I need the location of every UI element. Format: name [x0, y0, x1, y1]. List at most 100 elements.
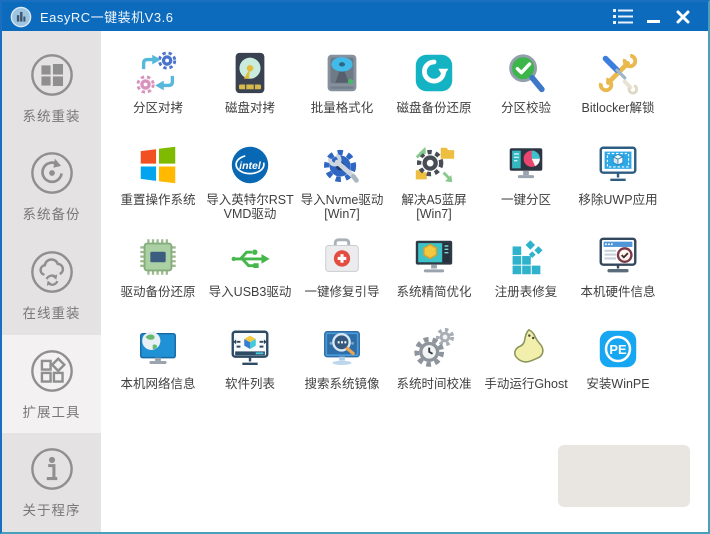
tool-label: 一键分区: [500, 193, 551, 207]
tool-label: Bitlocker解锁: [581, 101, 655, 115]
tool-label: 导入Nvme驱动: [300, 193, 384, 207]
monitor-check-icon: [595, 234, 641, 280]
tool-label: 分区校验: [500, 101, 551, 115]
registry-blocks-icon: [503, 234, 549, 280]
watermark-box: [558, 445, 690, 507]
tool-label: 安装WinPE: [586, 377, 650, 391]
tool-network-info[interactable]: 本机网络信息: [112, 320, 204, 412]
tool-label: 批量格式化: [310, 101, 374, 115]
tool-label: 解决A5蓝屏: [401, 193, 467, 207]
tool-label: 一键修复引导: [304, 285, 380, 299]
intel-wordmark: intel: [239, 160, 262, 172]
windows-color-icon: [135, 142, 181, 188]
info-icon: [29, 446, 75, 492]
tool-disk-backup-restore[interactable]: 磁盘备份还原: [388, 44, 480, 136]
tool-intel-rst-vmd[interactable]: intel 导入英特尔RST VMD驱动: [204, 136, 296, 228]
tool-label: 分区对拷: [132, 101, 183, 115]
main-panel: 分区对拷 磁盘对拷 批量格式化 磁盘备份还原 分区校验 Bitlocker解锁 …: [101, 31, 708, 532]
tool-label: 导入英特尔RST: [206, 193, 294, 207]
tool-label: 重置操作系统: [120, 193, 196, 207]
sidebar-item-label: 关于程序: [22, 503, 81, 519]
monitor-cube-icon: [227, 326, 273, 372]
winpe-badge-icon: PE: [595, 326, 641, 372]
first-aid-kit-icon: [319, 234, 365, 280]
title-bar: EasyRC一键装机V3.6: [2, 2, 708, 31]
tool-label: 移除UWP应用: [578, 193, 658, 207]
tool-search-system-image[interactable]: 搜索系统镜像: [296, 320, 388, 412]
sidebar-item-system-reinstall[interactable]: 系统重装: [2, 39, 101, 138]
restore-arrow-icon: [29, 150, 75, 196]
tool-reset-os[interactable]: 重置操作系统: [112, 136, 204, 228]
tool-import-usb3[interactable]: 导入USB3驱动: [204, 228, 296, 320]
tool-disk-copy[interactable]: 磁盘对拷: [204, 44, 296, 136]
tool-label: 磁盘对拷: [224, 101, 275, 115]
tool-time-calibration[interactable]: 系统时间校准: [388, 320, 480, 412]
tools-grid: 分区对拷 磁盘对拷 批量格式化 磁盘备份还原 分区校验 Bitlocker解锁 …: [101, 31, 708, 412]
tool-one-key-partition[interactable]: 一键分区: [480, 136, 572, 228]
tool-driver-backup[interactable]: 驱动备份还原: [112, 228, 204, 320]
batch-format-icon: [319, 50, 365, 96]
tool-label: 手动运行Ghost: [484, 377, 568, 391]
tool-label: 本机网络信息: [120, 377, 196, 391]
monitor-hexagon-icon: [411, 234, 457, 280]
cpu-chip-icon: [135, 234, 181, 280]
sidebar-item-about-program[interactable]: 关于程序: [2, 433, 101, 532]
extension-grid-icon: [29, 348, 75, 394]
tool-nvme-driver-win7[interactable]: 导入Nvme驱动 [Win7]: [296, 136, 388, 228]
monitor-search-icon: [319, 326, 365, 372]
monitor-uwp-box-icon: [595, 142, 641, 188]
tool-bitlocker-unlock[interactable]: Bitlocker解锁: [572, 44, 664, 136]
app-window: EasyRC一键装机V3.6 系统重装 系统备份 在线重装 扩展工具 关于程序 …: [0, 0, 710, 534]
window-title: EasyRC一键装机V3.6: [40, 10, 174, 25]
tool-partition-copy[interactable]: 分区对拷: [112, 44, 204, 136]
sidebar-item-label: 系统重装: [22, 108, 81, 124]
tool-label: 导入USB3驱动: [208, 285, 292, 299]
sidebar-item-system-backup[interactable]: 系统备份: [2, 138, 101, 237]
sidebar-item-label: 系统备份: [22, 207, 81, 223]
minimize-button[interactable]: [638, 5, 668, 29]
tool-install-winpe[interactable]: PE 安装WinPE: [572, 320, 664, 412]
monitor-globe-icon: [135, 326, 181, 372]
sidebar: 系统重装 系统备份 在线重装 扩展工具 关于程序: [2, 31, 101, 532]
tool-software-list[interactable]: 软件列表: [204, 320, 296, 412]
tool-label-line2: [Win7]: [416, 207, 452, 221]
tool-label: 搜索系统镜像: [304, 377, 380, 391]
app-logo-icon: [10, 6, 32, 28]
sidebar-item-online-reinstall[interactable]: 在线重装: [2, 236, 101, 335]
tool-label: 系统时间校准: [396, 377, 472, 391]
tool-label-line2: VMD驱动: [223, 207, 277, 221]
tool-label-line2: [Win7]: [324, 207, 360, 221]
tool-fix-a5-bluescreen[interactable]: 解决A5蓝屏 [Win7]: [388, 136, 480, 228]
menu-list-icon[interactable]: [608, 5, 638, 29]
tool-label: 驱动备份还原: [120, 285, 196, 299]
gear-folders-icon: [411, 142, 457, 188]
close-button[interactable]: [668, 5, 698, 29]
tool-system-optimize[interactable]: 系统精简优化: [388, 228, 480, 320]
tool-run-ghost[interactable]: 手动运行Ghost: [480, 320, 572, 412]
bitlocker-unlock-icon: [595, 50, 641, 96]
tool-hardware-info[interactable]: 本机硬件信息: [572, 228, 664, 320]
tool-label: 注册表修复: [494, 285, 558, 299]
usb-symbol-icon: [227, 234, 273, 280]
ghost-icon: [503, 326, 549, 372]
windows-logo-icon: [29, 52, 75, 98]
sidebar-item-extension-tools[interactable]: 扩展工具: [2, 334, 101, 434]
sidebar-item-label: 扩展工具: [22, 404, 81, 420]
disk-backup-icon: [411, 50, 457, 96]
tool-partition-verify[interactable]: 分区校验: [480, 44, 572, 136]
tool-boot-repair[interactable]: 一键修复引导: [296, 228, 388, 320]
pe-badge-text: PE: [609, 342, 627, 357]
window-body: 系统重装 系统备份 在线重装 扩展工具 关于程序 分区对拷 磁盘对拷 批量格式化…: [2, 31, 708, 532]
partition-verify-icon: [503, 50, 549, 96]
tool-label: 磁盘备份还原: [396, 101, 472, 115]
disk-copy-icon: [227, 50, 273, 96]
intel-logo-icon: intel: [227, 142, 273, 188]
tool-label: 系统精简优化: [396, 285, 472, 299]
partition-copy-icon: [135, 50, 181, 96]
tool-batch-format[interactable]: 批量格式化: [296, 44, 388, 136]
monitor-pie-icon: [503, 142, 549, 188]
gear-wrench-icon: [319, 142, 365, 188]
tool-registry-repair[interactable]: 注册表修复: [480, 228, 572, 320]
gear-clock-icon: [411, 326, 457, 372]
tool-remove-uwp[interactable]: 移除UWP应用: [572, 136, 664, 228]
